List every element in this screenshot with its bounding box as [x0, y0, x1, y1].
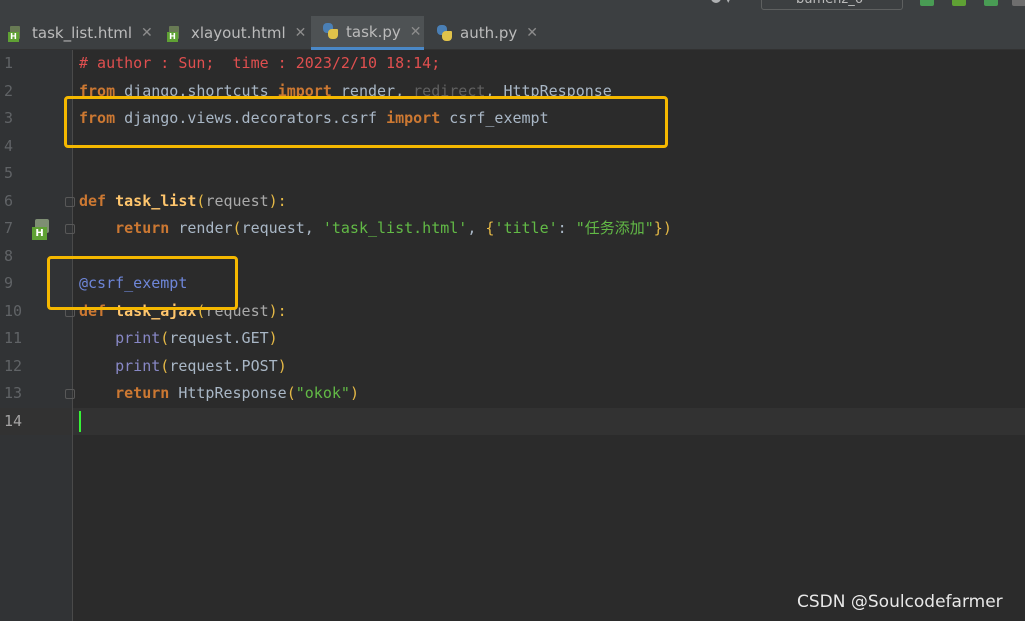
call-name: HttpResponse [169, 384, 287, 402]
argument: request, [241, 219, 323, 237]
builtin: print [115, 357, 161, 375]
function-name: task_list [115, 192, 197, 210]
builtin: print [115, 329, 161, 347]
watermark: CSDN @Soulcodefarmer [797, 592, 1003, 612]
keyword: def [79, 192, 107, 210]
tab-label: auth.py [460, 24, 518, 42]
python-file-icon [436, 24, 453, 42]
parameter: request [205, 192, 269, 210]
string: "okok" [295, 384, 350, 402]
tab-close-icon[interactable]: ✕ [141, 25, 153, 41]
punct: , [467, 219, 486, 237]
line-number: 1 [4, 54, 14, 72]
argument: request.GET [169, 329, 269, 347]
html-file-icon [8, 25, 25, 42]
tab-task-list-html[interactable]: task_list.html ✕ [8, 16, 158, 50]
tab-close-icon[interactable]: ✕ [295, 25, 307, 41]
run-icon[interactable] [984, 0, 998, 6]
tab-auth-py[interactable]: auth.py ✕ [436, 16, 546, 50]
paren: ): [268, 302, 287, 320]
branch-selector[interactable]: bumenz_6 [761, 0, 903, 10]
tab-close-icon[interactable]: ✕ [526, 25, 538, 41]
paren: ( [232, 219, 242, 237]
line-number: 12 [4, 357, 23, 375]
paren: ): [268, 192, 287, 210]
string: "任务添加" [575, 219, 654, 237]
code-line-7: return render(request, 'task_list.html',… [79, 215, 672, 242]
string: 'title' [494, 219, 558, 237]
line-number: 11 [4, 329, 23, 347]
fold-marker-icon[interactable] [65, 224, 75, 234]
paren: ( [286, 384, 296, 402]
keyword: return [115, 219, 170, 237]
fold-marker-icon[interactable] [65, 389, 75, 399]
fold-marker-icon[interactable] [65, 197, 75, 207]
build-icon[interactable] [920, 0, 934, 6]
template-gutter-icon[interactable] [32, 219, 53, 241]
highlight-box-import [64, 96, 668, 148]
line-number: 8 [4, 247, 14, 265]
paren: ) [268, 329, 278, 347]
line-number: 2 [4, 82, 14, 100]
line-number: 5 [4, 164, 14, 182]
user-icon[interactable]: ▾ [704, 0, 734, 9]
tab-label: task_list.html [32, 24, 133, 42]
code-line-11: print(request.GET) [79, 325, 278, 352]
highlight-box-decorator [47, 256, 238, 310]
editor-tabs: task_list.html ✕ xlayout.html ✕ task.py … [0, 16, 1025, 50]
tab-task-py[interactable]: task.py ✕ [311, 16, 424, 50]
paren: ( [160, 357, 170, 375]
tab-xlayout-html[interactable]: xlayout.html ✕ [167, 16, 311, 50]
top-toolbar: ▾ bumenz_6 [0, 0, 1025, 16]
current-line-highlight [0, 408, 1025, 435]
tab-close-icon[interactable]: ✕ [410, 24, 422, 40]
line-number-current: 14 [4, 412, 23, 430]
punct: : [557, 219, 576, 237]
call-name: render [169, 219, 233, 237]
keyword: return [115, 384, 170, 402]
comment: # author : Sun; time : 2023/2/10 18:14; [79, 54, 441, 72]
paren: ) [349, 384, 359, 402]
code-line-6: def task_list(request): [79, 188, 287, 215]
html-file-icon [167, 25, 184, 42]
paren: ) [277, 357, 287, 375]
line-number: 4 [4, 137, 14, 155]
paren: ( [160, 329, 170, 347]
python-file-icon [322, 23, 339, 40]
code-line-1: # author : Sun; time : 2023/2/10 18:14; [79, 50, 440, 77]
brace: } [653, 219, 663, 237]
string: 'task_list.html' [322, 219, 468, 237]
line-number: 6 [4, 192, 14, 210]
tab-label: xlayout.html [191, 24, 286, 42]
argument: request.POST [169, 357, 278, 375]
text-cursor [79, 411, 81, 432]
line-number: 10 [4, 302, 23, 320]
code-line-12: print(request.POST) [79, 353, 287, 380]
debug-icon[interactable] [952, 0, 966, 6]
search-icon[interactable] [1012, 0, 1025, 6]
tab-label: task.py [346, 22, 401, 41]
line-number: 3 [4, 109, 14, 127]
code-line-13: return HttpResponse("okok") [79, 380, 359, 407]
paren: ) [662, 219, 672, 237]
line-number: 9 [4, 274, 14, 292]
line-number: 13 [4, 384, 23, 402]
